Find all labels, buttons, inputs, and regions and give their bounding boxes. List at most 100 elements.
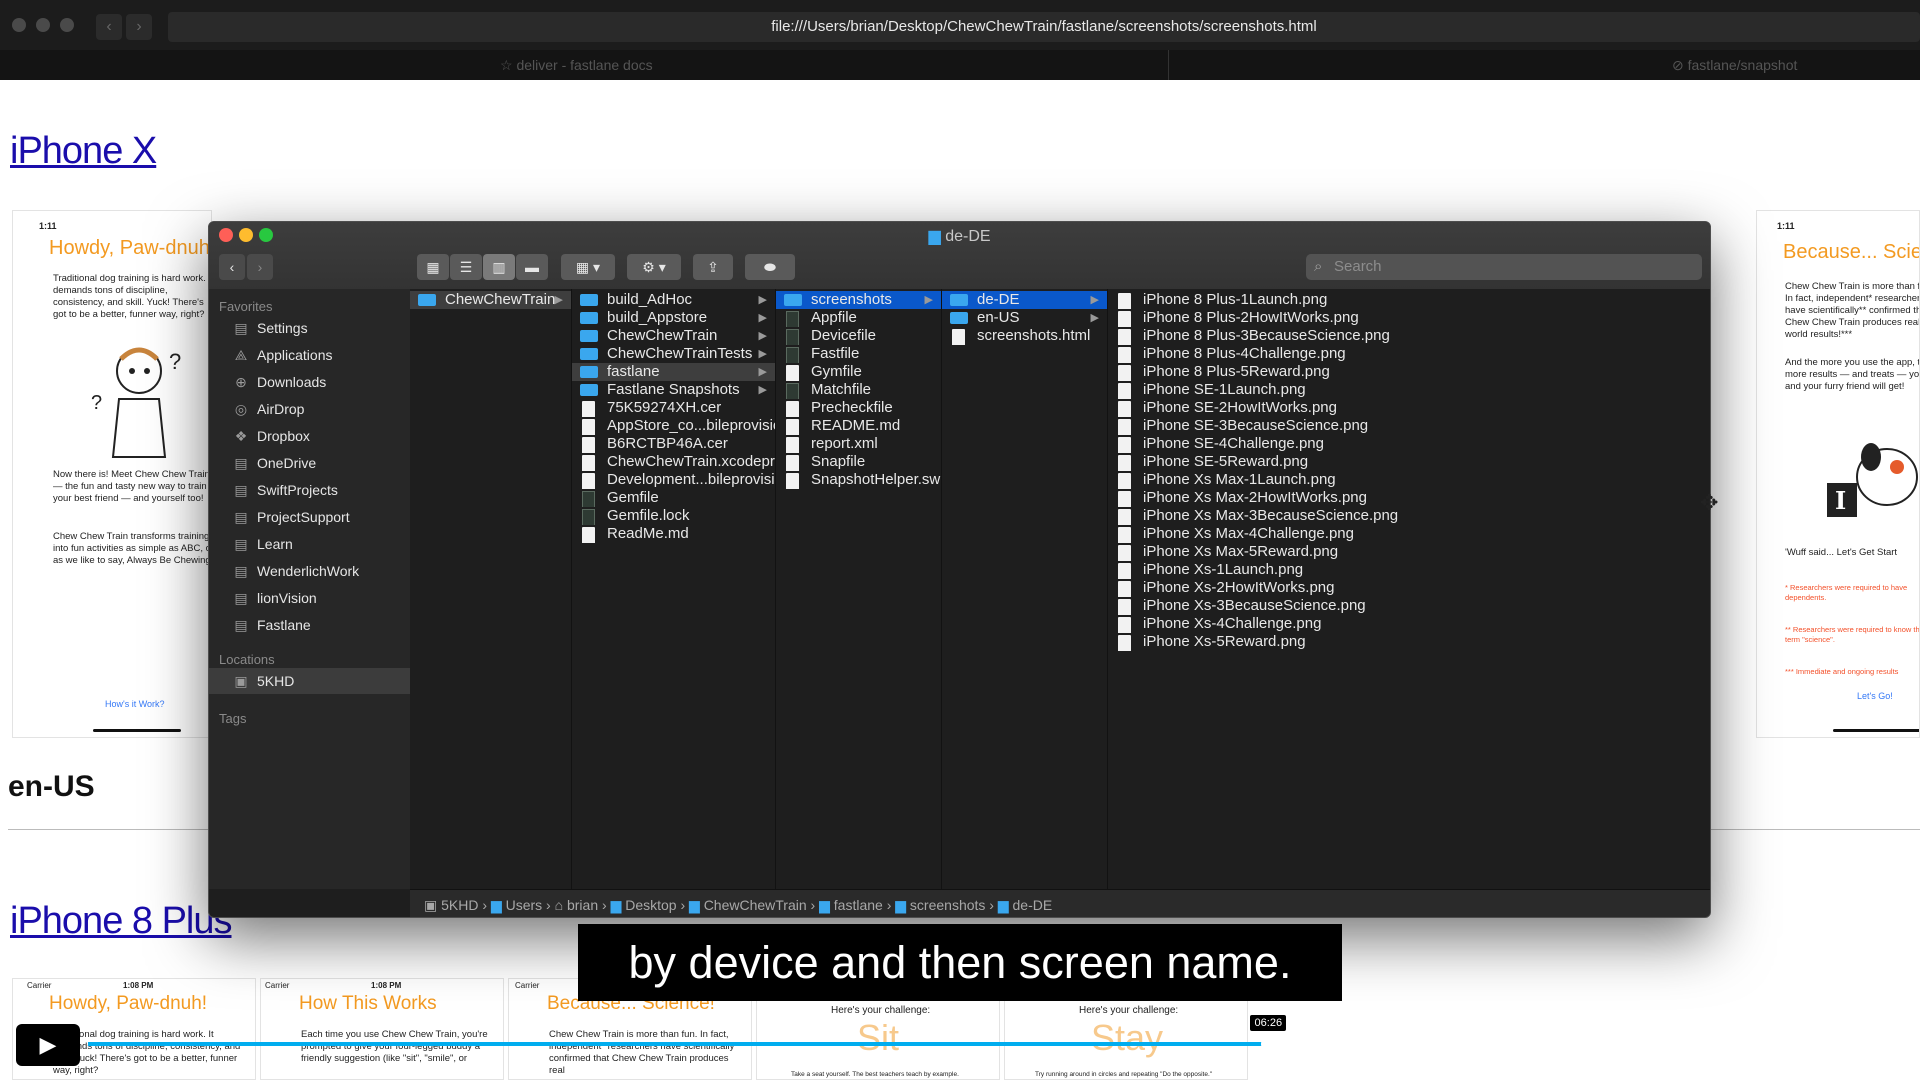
file-item[interactable]: ReadMe.md bbox=[572, 525, 775, 543]
back-button[interactable]: ‹ bbox=[219, 254, 245, 280]
sidebar-item-swiftprojects[interactable]: ▤ SwiftProjects bbox=[209, 477, 410, 503]
section-link-iphone-x[interactable]: iPhone X bbox=[10, 130, 157, 173]
file-item[interactable]: iPhone SE-4Challenge.png bbox=[1108, 435, 1710, 453]
file-item[interactable]: AppStore_co...bileprovision bbox=[572, 417, 775, 435]
folder-item[interactable]: screenshots ▶ bbox=[776, 291, 941, 309]
file-item[interactable]: Snapfile bbox=[776, 453, 941, 471]
back-button[interactable]: ‹ bbox=[96, 14, 122, 40]
forward-button[interactable]: › bbox=[126, 14, 152, 40]
search-input[interactable]: ⌕ Search bbox=[1306, 254, 1702, 280]
url-bar[interactable]: file:///Users/brian/Desktop/ChewChewTrai… bbox=[168, 12, 1920, 42]
file-item[interactable]: iPhone 8 Plus-4Challenge.png bbox=[1108, 345, 1710, 363]
folder-item[interactable]: build_Appstore ▶ bbox=[572, 309, 775, 327]
file-item[interactable]: iPhone Xs-1Launch.png bbox=[1108, 561, 1710, 579]
tag-icon[interactable]: ⬬ bbox=[745, 254, 795, 280]
volume-icon[interactable]: 🔊︎ bbox=[1724, 1030, 1754, 1056]
file-item[interactable]: Gymfile bbox=[776, 363, 941, 381]
sidebar-item-wenderlichwork[interactable]: ▤ WenderlichWork bbox=[209, 558, 410, 584]
sidebar-item-downloads[interactable]: ⊕ Downloads bbox=[209, 369, 410, 395]
file-item[interactable]: iPhone 8 Plus-3BecauseScience.png bbox=[1108, 327, 1710, 345]
file-item[interactable]: report.xml bbox=[776, 435, 941, 453]
path-segment[interactable]: ▆ ChewChewTrain bbox=[689, 897, 807, 913]
file-item[interactable]: Fastfile bbox=[776, 345, 941, 363]
miniplayer-icon[interactable]: ⧉ bbox=[1832, 1030, 1862, 1056]
file-item[interactable]: iPhone 8 Plus-5Reward.png bbox=[1108, 363, 1710, 381]
file-item[interactable]: screenshots.html bbox=[942, 327, 1107, 345]
sidebar-item-fastlane[interactable]: ▤ Fastlane bbox=[209, 612, 410, 638]
folder-item[interactable]: fastlane ▶ bbox=[572, 363, 775, 381]
file-item[interactable]: README.md bbox=[776, 417, 941, 435]
card-link[interactable]: Let's Go! bbox=[1857, 691, 1893, 701]
file-item[interactable]: B6RCTBP46A.cer bbox=[572, 435, 775, 453]
sidebar-item-projectsupport[interactable]: ▤ ProjectSupport bbox=[209, 504, 410, 530]
minimize-icon[interactable] bbox=[36, 18, 50, 32]
folder-item[interactable]: ChewChewTrain ▶ bbox=[410, 291, 571, 309]
zoom-icon[interactable] bbox=[60, 18, 74, 32]
file-item[interactable]: iPhone Xs Max-4Challenge.png bbox=[1108, 525, 1710, 543]
list-view-button[interactable]: ☰ bbox=[450, 254, 482, 280]
folder-item[interactable]: build_AdHoc ▶ bbox=[572, 291, 775, 309]
path-segment[interactable]: ▆ de-DE bbox=[998, 897, 1052, 913]
folder-item[interactable]: Fastlane Snapshots ▶ bbox=[572, 381, 775, 399]
file-item[interactable]: Gemfile bbox=[572, 489, 775, 507]
finder-window[interactable]: ▆ de-DE ‹ › ▦ ☰ ▥ ▬ ▦ ▾ ⚙ ▾ ⇪ ⬬ ⌕ Search … bbox=[208, 221, 1711, 918]
gallery-view-button[interactable]: ▬ bbox=[516, 254, 548, 280]
screenshot-card-1[interactable]: 1:11 Howdy, Paw-dnuh Traditional dog tra… bbox=[12, 210, 212, 738]
action-gear-icon[interactable]: ⚙ ▾ bbox=[627, 254, 681, 280]
forward-button[interactable]: › bbox=[247, 254, 273, 280]
close-icon[interactable] bbox=[12, 18, 26, 32]
file-item[interactable]: iPhone SE-5Reward.png bbox=[1108, 453, 1710, 471]
file-item[interactable]: 75K59274XH.cer bbox=[572, 399, 775, 417]
file-item[interactable]: iPhone Xs Max-1Launch.png bbox=[1108, 471, 1710, 489]
file-item[interactable]: Matchfile bbox=[776, 381, 941, 399]
path-segment[interactable]: ▆ Desktop bbox=[611, 897, 677, 913]
settings-icon[interactable]: ⚙ bbox=[1796, 1030, 1826, 1056]
file-item[interactable]: iPhone SE-2HowItWorks.png bbox=[1108, 399, 1710, 417]
file-item[interactable]: iPhone Xs-2HowItWorks.png bbox=[1108, 579, 1710, 597]
file-item[interactable]: Devicefile bbox=[776, 327, 941, 345]
folder-item[interactable]: ChewChewTrain ▶ bbox=[572, 327, 775, 345]
file-item[interactable]: iPhone Xs-4Challenge.png bbox=[1108, 615, 1710, 633]
column-view-button[interactable]: ▥ bbox=[483, 254, 515, 280]
path-segment[interactable]: ⌂ brian bbox=[555, 897, 599, 913]
tab-snapshot[interactable]: ⊘ fastlane/snapshot bbox=[1672, 50, 1797, 80]
tab-deliver[interactable]: ☆ deliver - fastlane docs bbox=[500, 50, 653, 80]
file-item[interactable]: Precheckfile bbox=[776, 399, 941, 417]
sidebar-item-5khd[interactable]: ▣ 5KHD bbox=[209, 668, 410, 694]
group-button[interactable]: ▦ ▾ bbox=[561, 254, 615, 280]
folder-item[interactable]: en-US ▶ bbox=[942, 309, 1107, 327]
file-item[interactable]: Gemfile.lock bbox=[572, 507, 775, 525]
file-item[interactable]: iPhone SE-3BecauseScience.png bbox=[1108, 417, 1710, 435]
file-item[interactable]: Appfile bbox=[776, 309, 941, 327]
path-segment[interactable]: ▆ screenshots bbox=[895, 897, 985, 913]
sidebar-item-applications[interactable]: ⟁ Applications bbox=[209, 342, 410, 368]
sidebar-item-learn[interactable]: ▤ Learn bbox=[209, 531, 410, 557]
share-icon[interactable]: ⇪ bbox=[693, 254, 733, 280]
progress-bar[interactable] bbox=[88, 1037, 1716, 1051]
sidebar-item-lionvision[interactable]: ▤ lionVision bbox=[209, 585, 410, 611]
file-item[interactable]: ChewChewTrain.xcodeproj bbox=[572, 453, 775, 471]
file-item[interactable]: SnapshotHelper.swift bbox=[776, 471, 941, 489]
card-link[interactable]: How's it Work? bbox=[105, 699, 165, 709]
file-item[interactable]: iPhone 8 Plus-2HowItWorks.png bbox=[1108, 309, 1710, 327]
file-item[interactable]: iPhone Xs Max-3BecauseScience.png bbox=[1108, 507, 1710, 525]
play-button[interactable]: ▶ bbox=[16, 1024, 80, 1066]
folder-item[interactable]: ChewChewTrainTests ▶ bbox=[572, 345, 775, 363]
screenshot-card-4[interactable]: Carrier 1:08 PM How This Works Each time… bbox=[260, 978, 504, 1080]
section-link-iphone-8-plus[interactable]: iPhone 8 Plus bbox=[10, 900, 232, 943]
cc-icon[interactable]: CC bbox=[1760, 1030, 1790, 1056]
file-item[interactable]: iPhone SE-1Launch.png bbox=[1108, 381, 1710, 399]
file-item[interactable]: iPhone Xs-3BecauseScience.png bbox=[1108, 597, 1710, 615]
sidebar-item-onedrive[interactable]: ▤ OneDrive bbox=[209, 450, 410, 476]
path-segment[interactable]: ▆ Users bbox=[491, 897, 542, 913]
fullscreen-icon[interactable]: ⤡ bbox=[1868, 1030, 1898, 1056]
folder-item[interactable]: de-DE ▶ bbox=[942, 291, 1107, 309]
file-item[interactable]: Development...bileprovision bbox=[572, 471, 775, 489]
path-segment[interactable]: ▆ fastlane bbox=[819, 897, 883, 913]
file-item[interactable]: iPhone Xs-5Reward.png bbox=[1108, 633, 1710, 651]
sidebar-item-airdrop[interactable]: ◎ AirDrop bbox=[209, 396, 410, 422]
file-item[interactable]: iPhone 8 Plus-1Launch.png bbox=[1108, 291, 1710, 309]
icon-view-button[interactable]: ▦ bbox=[417, 254, 449, 280]
file-item[interactable]: iPhone Xs Max-2HowItWorks.png bbox=[1108, 489, 1710, 507]
screenshot-card-2[interactable]: 1:11 Because... Scie Chew Chew Train is … bbox=[1756, 210, 1920, 738]
